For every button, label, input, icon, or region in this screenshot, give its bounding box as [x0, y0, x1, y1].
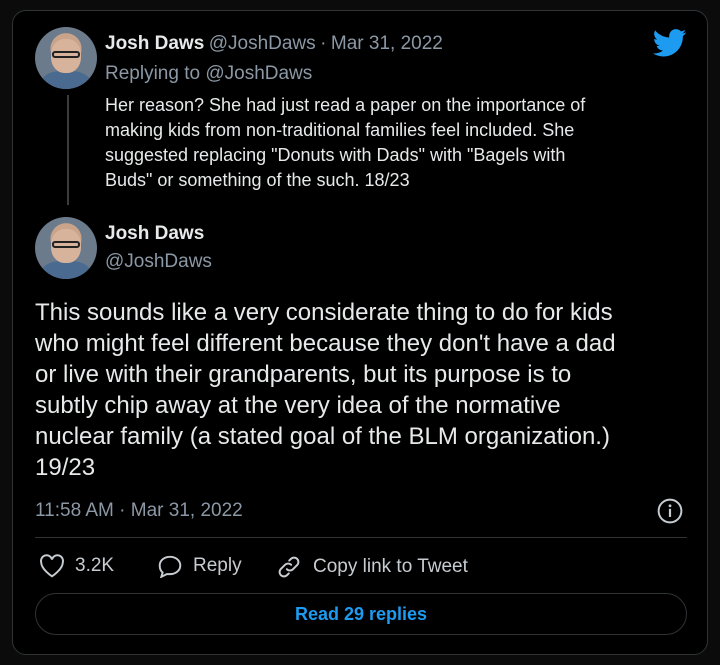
avatar[interactable]: [35, 217, 97, 279]
text-line: or live with their grandparents, but its…: [35, 361, 572, 388]
read-replies-label: Read 29 replies: [294, 603, 428, 624]
copy-link-label: Copy link to Tweet: [313, 556, 468, 577]
reply-button[interactable]: Reply: [157, 554, 242, 578]
handle[interactable]: @JoshDaws: [105, 251, 212, 273]
tweet-timestamp[interactable]: 11:58 AM · Mar 31, 2022: [35, 500, 243, 522]
read-replies-button[interactable]: Read 29 replies: [35, 593, 687, 635]
divider: [35, 537, 687, 538]
like-button[interactable]: 3.2K: [39, 554, 114, 578]
display-name[interactable]: Josh Daws: [105, 33, 204, 54]
handle[interactable]: @JoshDaws: [209, 33, 316, 54]
reply-tweet-header: Josh Daws @JoshDaws · Mar 31, 2022: [105, 33, 443, 55]
info-icon[interactable]: [657, 498, 683, 524]
reply-label: Reply: [193, 555, 242, 576]
copy-link-button[interactable]: Copy link to Tweet: [275, 554, 468, 580]
twitter-bird-icon[interactable]: [653, 29, 687, 57]
separator-dot: ·: [320, 33, 327, 54]
replying-to[interactable]: Replying to @JoshDaws: [105, 63, 312, 85]
main-tweet-text: This sounds like a very considerate thin…: [35, 297, 695, 483]
heart-icon: [40, 554, 64, 578]
avatar[interactable]: [35, 27, 97, 89]
display-name[interactable]: Josh Daws: [105, 223, 204, 245]
text-line: suggested replacing "Donuts with Dads" w…: [105, 145, 566, 165]
text-line: Her reason? She had just read a paper on…: [105, 95, 586, 115]
reply-icon: [158, 555, 182, 578]
text-line: Buds" or something of the such. 18/23: [105, 170, 410, 190]
tweet-date[interactable]: Mar 31, 2022: [331, 33, 443, 54]
text-line: who might feel different because they do…: [35, 330, 616, 357]
text-line: This sounds like a very considerate thin…: [35, 299, 613, 326]
thread-connector-line: [67, 95, 69, 205]
tweet-embed-card: Josh Daws @JoshDaws · Mar 31, 2022 Reply…: [12, 10, 708, 655]
like-count: 3.2K: [75, 555, 115, 576]
text-line: making kids from non-traditional familie…: [105, 120, 575, 140]
link-icon: [278, 556, 300, 578]
text-line: 19/23: [35, 454, 96, 481]
reply-tweet-text: Her reason? She had just read a paper on…: [105, 93, 685, 193]
text-line: subtly chip away at the very idea of the…: [35, 392, 561, 419]
text-line: nuclear family (a stated goal of the BLM…: [35, 423, 610, 450]
